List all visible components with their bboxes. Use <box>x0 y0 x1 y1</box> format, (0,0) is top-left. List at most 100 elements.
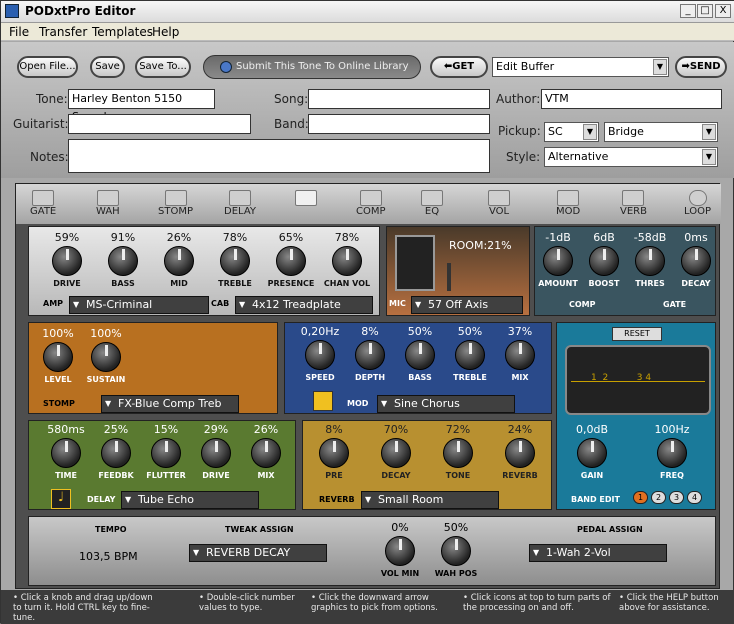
reverb-knob[interactable] <box>381 438 411 468</box>
amp-knob[interactable] <box>108 246 138 276</box>
reverb-model-select[interactable]: Small Room <box>361 491 499 509</box>
submit-tone-button[interactable]: Submit This Tone To Online Library <box>203 55 421 79</box>
open-file-button[interactable]: Open File... <box>17 56 78 78</box>
stomp-value[interactable]: 100% <box>35 327 81 340</box>
save-to-button[interactable]: Save To... <box>135 56 191 78</box>
tool-mod[interactable]: MOD <box>556 190 580 217</box>
room-value[interactable]: ROOM:21% <box>449 239 512 252</box>
menu-transfer[interactable]: Transfer <box>39 25 87 39</box>
band-3-button[interactable]: 3 <box>669 491 684 504</box>
close-button[interactable]: X <box>715 4 731 18</box>
send-button[interactable]: ➡SEND <box>675 56 727 78</box>
comp-value[interactable]: 6dB <box>581 231 627 244</box>
mod-knob[interactable] <box>505 340 535 370</box>
tap-tempo-note-icon[interactable]: ♩ <box>51 489 71 509</box>
pickup-position-select[interactable]: Bridge ▼ <box>604 122 718 142</box>
pickup-type-select[interactable]: SC ▼ <box>544 122 599 142</box>
band-field[interactable] <box>308 114 490 134</box>
eq-knob[interactable] <box>577 438 607 468</box>
tool-wah[interactable]: WAH <box>96 190 120 217</box>
amp-knob[interactable] <box>332 246 362 276</box>
delay-knob[interactable] <box>251 438 281 468</box>
reverb-knob[interactable] <box>505 438 535 468</box>
tool-verb[interactable]: VERB <box>620 190 647 217</box>
delay-knob[interactable] <box>151 438 181 468</box>
eq-reset-button[interactable]: RESET <box>612 327 662 341</box>
band-1-button[interactable]: 1 <box>633 491 648 504</box>
notes-field[interactable] <box>68 139 490 173</box>
delay-knob[interactable] <box>101 438 131 468</box>
tap-lock-icon[interactable] <box>313 391 333 411</box>
eq-value[interactable]: 100Hz <box>649 423 695 436</box>
cab-model-select[interactable]: 4x12 Treadplate <box>235 296 373 314</box>
mod-knob[interactable] <box>405 340 435 370</box>
delay-value[interactable]: 25% <box>93 423 139 436</box>
comp-knob[interactable] <box>635 246 665 276</box>
amp-knob[interactable] <box>276 246 306 276</box>
get-button[interactable]: ⬅GET <box>430 56 488 78</box>
menu-file[interactable]: File <box>9 25 29 39</box>
band-2-button[interactable]: 2 <box>651 491 666 504</box>
stomp-model-select[interactable]: FX-Blue Comp Treb <box>101 395 239 413</box>
tool-eq[interactable]: EQ <box>421 190 443 217</box>
pedal-assign-select[interactable]: 1-Wah 2-Vol <box>529 544 667 562</box>
tempo-value[interactable]: 103,5 BPM <box>79 550 138 563</box>
mic-select[interactable]: 57 Off Axis <box>411 296 523 314</box>
minimize-button[interactable]: _ <box>680 4 696 18</box>
amp-value[interactable]: 26% <box>156 231 202 244</box>
comp-knob[interactable] <box>543 246 573 276</box>
stomp-knob[interactable] <box>43 342 73 372</box>
delay-value[interactable]: 29% <box>193 423 239 436</box>
reverb-knob[interactable] <box>443 438 473 468</box>
author-field[interactable]: VTM <box>541 89 722 109</box>
tone-field[interactable]: Harley Benton 5150 Sound <box>68 89 215 123</box>
eq-graph[interactable]: 1 2 3 4 <box>565 345 711 415</box>
eq-value[interactable]: 0,0dB <box>569 423 615 436</box>
tool-comp[interactable]: COMP <box>356 190 386 217</box>
stomp-value[interactable]: 100% <box>83 327 129 340</box>
mod-value[interactable]: 0,20Hz <box>297 325 343 338</box>
band-4-button[interactable]: 4 <box>687 491 702 504</box>
tool-delay[interactable]: DELAY <box>224 190 256 217</box>
amp-value[interactable]: 65% <box>268 231 314 244</box>
tweak-assign-select[interactable]: REVERB DECAY <box>189 544 327 562</box>
delay-knob[interactable] <box>201 438 231 468</box>
title-bar[interactable]: PODxtPro Editor _ □ X <box>1 1 734 23</box>
menu-templates[interactable]: Templates <box>92 25 153 39</box>
amp-value[interactable]: 91% <box>100 231 146 244</box>
delay-model-select[interactable]: Tube Echo <box>121 491 259 509</box>
amp-model-select[interactable]: MS-Criminal <box>69 296 209 314</box>
guitarist-field[interactable] <box>68 114 251 134</box>
reverb-knob[interactable] <box>319 438 349 468</box>
comp-value[interactable]: -1dB <box>535 231 581 244</box>
amp-knob[interactable] <box>52 246 82 276</box>
stomp-knob[interactable] <box>91 342 121 372</box>
delay-knob[interactable] <box>51 438 81 468</box>
vol-min-knob[interactable] <box>385 536 415 566</box>
save-button[interactable]: Save <box>90 56 125 78</box>
mod-knob[interactable] <box>355 340 385 370</box>
mod-value[interactable]: 50% <box>447 325 493 338</box>
menu-help[interactable]: Help <box>152 25 179 39</box>
amp-knob[interactable] <box>220 246 250 276</box>
reverb-value[interactable]: 24% <box>497 423 543 436</box>
reverb-value[interactable]: 8% <box>311 423 357 436</box>
song-field[interactable] <box>308 89 490 109</box>
tool-vol[interactable]: VOL <box>488 190 510 217</box>
amp-value[interactable]: 78% <box>324 231 370 244</box>
mod-model-select[interactable]: Sine Chorus <box>377 395 515 413</box>
mod-value[interactable]: 8% <box>347 325 393 338</box>
comp-value[interactable]: 0ms <box>673 231 719 244</box>
comp-knob[interactable] <box>681 246 711 276</box>
wah-pos-knob[interactable] <box>441 536 471 566</box>
tool-gate[interactable]: GATE <box>30 190 56 217</box>
tool-amp-cab[interactable] <box>295 190 317 206</box>
eq-knob[interactable] <box>657 438 687 468</box>
comp-value[interactable]: -58dB <box>627 231 673 244</box>
mod-knob[interactable] <box>455 340 485 370</box>
edit-buffer-select[interactable]: Edit Buffer ▼ <box>492 57 669 77</box>
amp-value[interactable]: 78% <box>212 231 258 244</box>
mod-value[interactable]: 37% <box>497 325 543 338</box>
delay-value[interactable]: 26% <box>243 423 289 436</box>
tool-loop[interactable]: LOOP <box>684 190 711 217</box>
